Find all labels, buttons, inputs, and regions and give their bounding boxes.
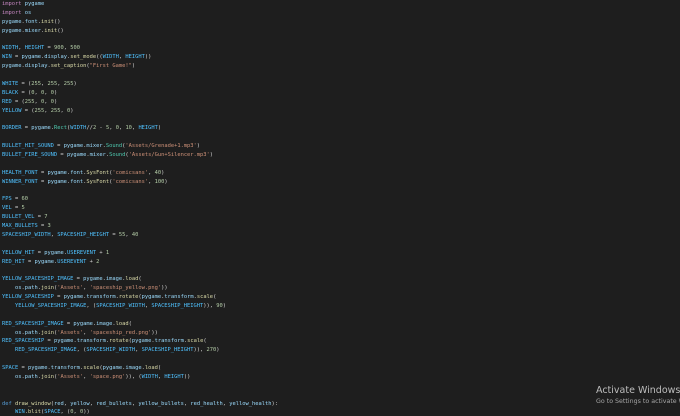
code-line: MAX_BULLETS = 3: [2, 223, 51, 229]
code-line: YELLOW_HIT = pygame.USEREVENT + 1: [2, 249, 110, 256]
code-line: FPS = 60: [2, 196, 28, 203]
code-line: RED_SPACESHIP = pygame.transform.rotate(…: [2, 338, 207, 345]
code-line: os.path.join('Assets', 'spaceship_yellow…: [14, 285, 168, 292]
code-line: WIN = pygame.display.set_mode((WIDTH, HE…: [2, 54, 152, 61]
code-line: pygame.font.init(): [2, 18, 61, 25]
activate-windows-watermark: Activate Windows Go to Settings to activ…: [596, 385, 680, 406]
code-line: pygame.mixer.init(): [2, 27, 64, 34]
code-line: SPACE = pygame.transform.scale(pygame.im…: [2, 365, 162, 372]
code-line: RED_SPACESHIP_IMAGE = pygame.image.load(: [2, 320, 132, 327]
code-line: SPACESHIP_WIDTH, SPACESHIP_HEIGHT = 55, …: [2, 231, 139, 238]
code-line: YELLOW = (255, 255, 0): [2, 107, 74, 114]
code-line: RED_HIT = pygame.USEREVENT + 2: [2, 258, 100, 265]
code-line: WIDTH, HEIGHT = 900, 500: [2, 45, 80, 52]
code-line: YELLOW_SPACESHIP_IMAGE, (SPACESHIP_WIDTH…: [14, 302, 226, 309]
code-line: import pygame: [2, 1, 45, 7]
activate-windows-title: Activate Windows: [596, 385, 680, 396]
code-line: WINNER_FONT = pygame.font.SysFont('comic…: [2, 178, 168, 185]
code-line: RED = (255, 0, 0): [2, 98, 58, 105]
code-line: WIN.blit(SPACE, (0, 0)): [14, 409, 90, 416]
code-line: pygame.display.set_caption("First Game!"…: [2, 63, 136, 70]
code-line: YELLOW_SPACESHIP_IMAGE = pygame.image.lo…: [2, 276, 142, 283]
code-line: BORDER = pygame.Rect(WIDTH//2 - 5, 0, 10…: [2, 125, 162, 132]
code-line: BULLET_HIT_SOUND = pygame.mixer.Sound('A…: [2, 143, 201, 150]
code-line: os.path.join('Assets', 'spaceship_red.pn…: [14, 329, 158, 336]
code-line: BULLET_VEL = 7: [2, 214, 48, 221]
code-line: RED_SPACESHIP_IMAGE, (SPACESHIP_WIDTH, S…: [14, 347, 220, 354]
activate-windows-subtitle: Go to Settings to activate Windows.: [596, 398, 680, 405]
code-line: VEL = 5: [2, 205, 25, 212]
code-line: def draw_window(red, yellow, red_bullets…: [2, 400, 278, 407]
code-line: YELLOW_SPACESHIP = pygame.transform.rota…: [2, 294, 217, 301]
code-line: BULLET_FIRE_SOUND = pygame.mixer.Sound('…: [2, 151, 214, 158]
code-line: os.path.join('Assets', 'space.png')), (W…: [14, 373, 191, 380]
code-editor[interactable]: import pygame import os pygame.font.init()…: [0, 0, 680, 416]
code-line: import os: [2, 9, 32, 16]
code-line: BLACK = (0, 0, 0): [2, 89, 58, 96]
code-line: HEALTH_FONT = pygame.font.SysFont('comic…: [2, 169, 165, 176]
code-line: WHITE = (255, 255, 255): [2, 80, 77, 87]
